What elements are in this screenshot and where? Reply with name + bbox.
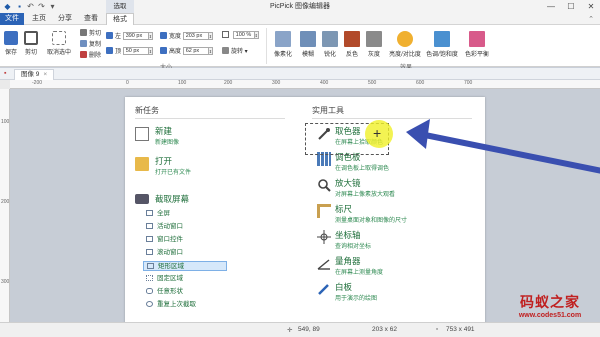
watermark-url: www.codes51.com — [518, 312, 582, 319]
top-field: 顶 50 px ⇕ — [106, 46, 153, 56]
top-input[interactable]: 50 px — [122, 47, 149, 56]
width-field: 宽度 203 px ⇕ — [160, 31, 213, 41]
brightness-contrast-button[interactable]: 亮度/对比度 — [388, 31, 422, 58]
minimize-button[interactable]: — — [542, 0, 560, 13]
keep-ratio-checkbox[interactable] — [222, 31, 229, 38]
left-position-icon — [106, 32, 113, 39]
invert-button[interactable]: 反色 — [342, 31, 362, 58]
left-spinner[interactable]: ⇕ — [147, 32, 153, 41]
horizontal-ruler: -200 0 100 200 300 400 500 600 700 — [10, 80, 600, 89]
ruler-tick-label: 500 — [368, 80, 377, 86]
cursor-position: 549, 89 — [298, 326, 320, 333]
ruler-tick-label: 600 — [416, 80, 425, 86]
window-title: PicPick 图像编辑器 — [270, 3, 330, 10]
width-icon — [160, 32, 167, 39]
ribbon-separator — [266, 28, 267, 64]
ruler-tick-label: 200 — [1, 199, 10, 205]
save-button[interactable]: 保存 — [3, 31, 19, 56]
cut-button[interactable]: 剪切 — [80, 28, 101, 37]
ruler-tick-label: 300 — [1, 279, 10, 285]
crop-button[interactable]: 剪切 — [22, 31, 40, 56]
watermark: 码蚁之家 www.codes51.com — [500, 292, 600, 319]
ruler-tick-label: 100 — [178, 80, 187, 86]
ruler-tick-label: -200 — [32, 80, 43, 86]
grayscale-button[interactable]: 灰度 — [364, 31, 384, 58]
ruler-tick-label: 100 — [1, 119, 10, 125]
sharpen-button[interactable]: 锐化 — [320, 31, 340, 58]
rotate-button[interactable]: 旋转 ▾ — [222, 46, 248, 55]
invert-icon — [344, 31, 360, 47]
zoom-field: 100 % ⇕ — [222, 31, 259, 40]
delete-icon — [80, 51, 87, 58]
delete-button[interactable]: 删除 — [80, 50, 101, 59]
rotate-icon — [222, 47, 229, 54]
copy-button[interactable]: 复制 — [80, 39, 101, 48]
close-button[interactable]: ✕ — [582, 0, 600, 13]
scissors-icon — [80, 29, 87, 36]
ruler-tick-label: 300 — [272, 80, 281, 86]
image-size-icon: ▫ — [436, 326, 439, 333]
tab-file[interactable]: 文件 — [0, 13, 24, 25]
zoom-input[interactable]: 100 % — [232, 31, 255, 40]
height-input[interactable]: 62 px — [182, 47, 209, 56]
tab-share[interactable]: 分享 — [54, 13, 76, 25]
hue-icon — [434, 31, 450, 47]
ruler-tick-label: 700 — [464, 80, 473, 86]
ruler-tick-label: 400 — [320, 80, 329, 86]
save-icon — [4, 31, 18, 45]
document-tab-bar: ▪ 图像 9 × — [0, 68, 600, 80]
image-canvas[interactable]: 新任务 实用工具 新建 新建图像 打开 打开已有文件 截取屏幕 全屏 活动窗口 … — [10, 89, 600, 322]
blur-icon — [300, 31, 316, 47]
height-field: 高度 62 px ⇕ — [160, 46, 213, 56]
ruler-corner — [0, 80, 10, 89]
crop-icon — [24, 31, 38, 45]
status-bar: ✛ 549, 89 203 x 62 ▫ 753 x 491 — [0, 322, 600, 337]
close-tab-icon[interactable]: × — [43, 71, 47, 78]
color-balance-icon — [469, 31, 485, 47]
grayscale-icon — [366, 31, 382, 47]
tab-home[interactable]: 主页 — [28, 13, 50, 25]
watermark-title: 码蚁之家 — [520, 295, 580, 311]
sharpen-icon — [322, 31, 338, 47]
annotation-arrow — [406, 119, 600, 174]
height-spinner[interactable]: ⇕ — [207, 47, 213, 56]
ribbon-tab-bar: 文件 主页 分享 查看 格式 ⌃ — [0, 13, 600, 25]
width-spinner[interactable]: ⇕ — [207, 32, 213, 41]
pixelate-button[interactable]: 像素化 — [270, 31, 296, 58]
vertical-ruler: 100 200 300 — [0, 89, 10, 322]
copy-icon — [80, 40, 87, 47]
tab-format[interactable]: 格式 — [106, 13, 134, 25]
selection-size: 203 x 62 — [372, 326, 397, 333]
hue-saturation-button[interactable]: 色调/饱和度 — [425, 31, 459, 58]
cursor-position-icon: ✛ — [287, 327, 293, 334]
document-tab[interactable]: 图像 9 × — [14, 69, 55, 80]
title-bar: ◆ ▪ ↶ ↷ ▾ 选取 PicPick 图像编辑器 — ☐ ✕ — [0, 0, 600, 13]
top-spinner[interactable]: ⇕ — [147, 47, 153, 56]
ruler-tick-label: 200 — [224, 80, 233, 86]
ruler-tick-label: 0 — [126, 80, 129, 86]
tab-list-icon[interactable]: ▪ — [4, 70, 6, 77]
ribbon-collapse-icon[interactable]: ⌃ — [588, 15, 594, 23]
top-position-icon — [106, 47, 113, 54]
left-field: 左 390 px ⇕ — [106, 31, 153, 41]
deselect-button[interactable]: 取消选中 — [44, 31, 74, 56]
deselect-icon — [52, 31, 66, 45]
zoom-spinner[interactable]: ⇕ — [253, 31, 259, 40]
maximize-button[interactable]: ☐ — [562, 0, 580, 13]
height-icon — [160, 47, 167, 54]
color-balance-button[interactable]: 色彩平衡 — [462, 31, 492, 58]
width-input[interactable]: 203 px — [182, 32, 209, 41]
sun-icon — [397, 31, 413, 47]
left-input[interactable]: 390 px — [122, 32, 149, 41]
image-size: 753 x 491 — [446, 326, 475, 333]
blur-button[interactable]: 模糊 — [298, 31, 318, 58]
pixelate-icon — [275, 31, 291, 47]
tab-view[interactable]: 查看 — [80, 13, 102, 25]
